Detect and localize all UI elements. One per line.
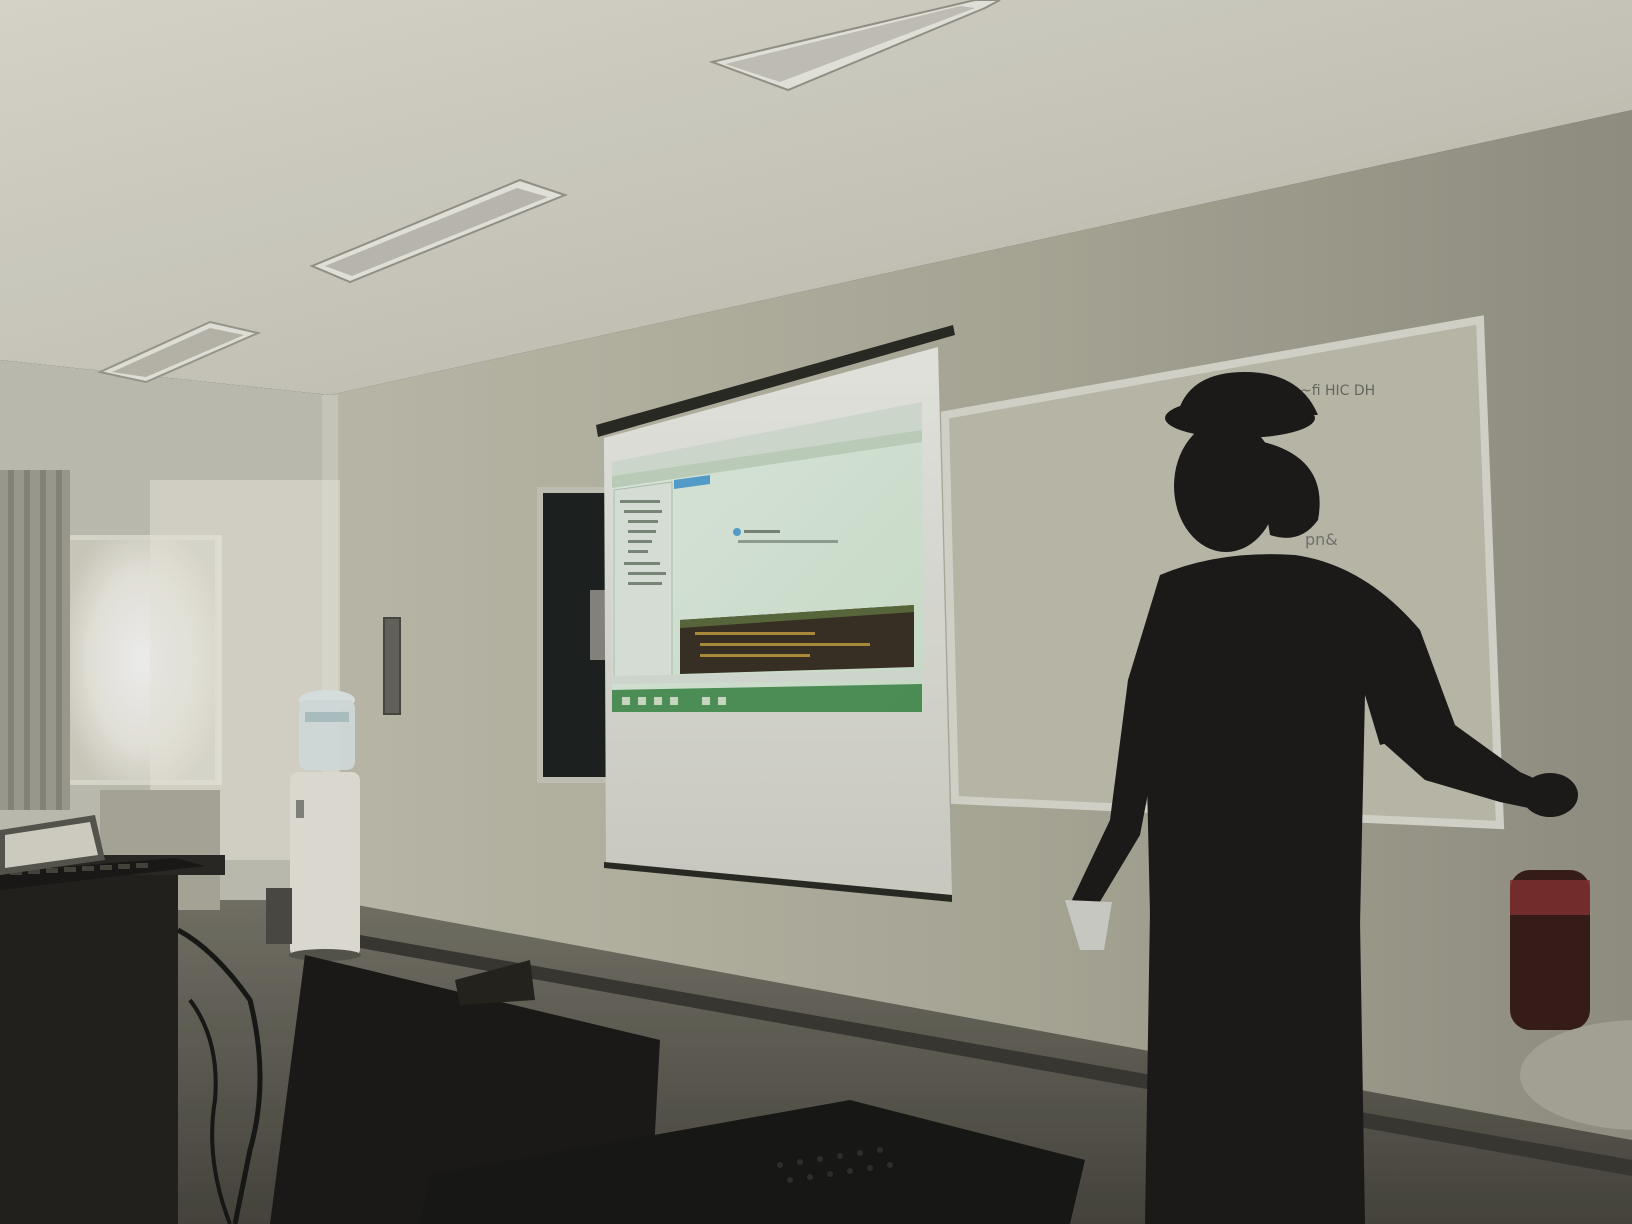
lighting-overlay: [0, 0, 1632, 1224]
classroom-scene: ~fi HIC DH pn&: [0, 0, 1632, 1224]
